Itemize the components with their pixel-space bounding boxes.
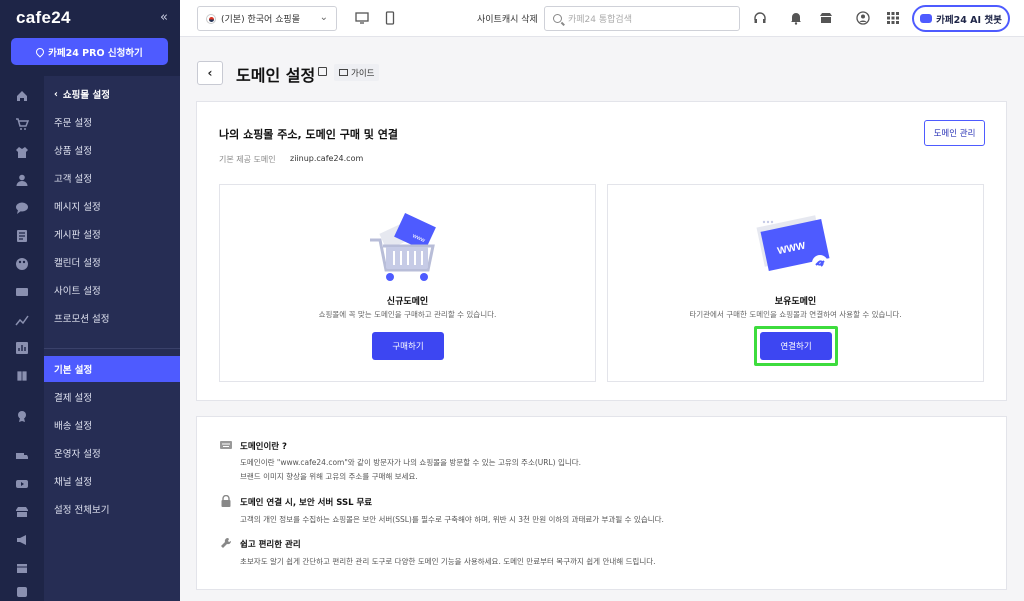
menu-item-operator[interactable]: 운영자 설정 [44,440,180,466]
store-icon[interactable] [15,505,29,519]
own-domain-title: 보유도메인 [774,297,817,307]
user-icon[interactable] [15,173,29,187]
badge-icon[interactable] [15,409,29,423]
menu-item-basic[interactable]: 기본 설정 [44,356,180,382]
headset-icon[interactable] [753,11,767,25]
board-icon[interactable] [15,229,29,243]
search-placeholder: 카페24 통합검색 [568,15,632,25]
chatbot-label: 카페24 AI 챗봇 [936,14,1002,26]
site-cache-delete-button[interactable]: 사이트캐시 삭제 [477,12,538,25]
stats-icon[interactable] [15,341,29,355]
book-icon [339,69,348,76]
bell-icon[interactable] [789,11,803,25]
palette-icon[interactable] [15,257,29,271]
own-domain-desc: 타기관에서 구매한 도메인을 쇼핑몰과 연결하여 사용할 수 있습니다. [689,310,902,319]
default-domain-label: 기본 제공 도메인 [219,155,276,164]
megaphone-icon[interactable] [15,533,29,547]
video-icon[interactable] [15,477,29,491]
info-title-manage: 쉽고 편리한 관리 [240,540,301,550]
chevron-down-icon: ⌄ [319,12,328,23]
new-domain-desc: 쇼핑몰에 꼭 맞는 도메인을 구매하고 관리할 수 있습니다. [318,310,497,319]
icon-rail [0,76,44,601]
wrench-icon [221,537,232,548]
chat-icon[interactable] [15,201,29,215]
info-title-ssl: 도메인 연결 시, 보안 서버 SSL 무료 [240,498,373,508]
account-icon[interactable] [856,11,870,25]
menu-item-product[interactable]: 상품 설정 [44,137,180,163]
new-domain-panel: www 신규도메인 쇼핑몰에 꼭 맞는 도메인을 구매하고 관리할 수 있습니다… [219,184,596,382]
buy-domain-button[interactable]: 구매하기 [372,332,444,360]
menu-item-channel[interactable]: 채널 설정 [44,468,180,494]
info-text-domain-2: 브랜드 이미지 향상을 위해 고유의 주소를 구매해 보세요. [240,472,418,481]
store-front-icon[interactable] [819,11,833,25]
www-link-illustration: WWW [756,215,830,272]
menu-item-promotion[interactable]: 프로모션 설정 [44,305,180,331]
collapse-sidebar-button[interactable]: « [160,10,168,25]
menu-item-order[interactable]: 주문 설정 [44,109,180,135]
default-domain-value: ziinup.cafe24.com [290,154,364,163]
pro-apply-label: 카페24 PRO 신청하기 [48,47,143,59]
menu-item-payment[interactable]: 결제 설정 [44,384,180,410]
box-icon[interactable] [15,561,29,575]
monitor-icon[interactable] [15,285,29,299]
app-grid-icon[interactable] [886,11,900,25]
cafe24-logo[interactable]: cafe24 [16,8,71,28]
keyboard-icon [220,441,232,449]
info-text-domain-1: 도메인이란 "www.cafe24.com"와 같이 방문자가 나의 쇼핑몰을 … [240,458,582,467]
info-text-ssl: 고객의 개인 정보를 수집하는 쇼핑몰은 보안 서버(SSL)를 필수로 구축해… [240,515,664,524]
info-text-manage: 초보자도 알기 쉽게 간단하고 편리한 관리 도구로 다양한 도메인 기능을 사… [240,557,656,566]
truck-icon[interactable] [15,449,29,463]
connect-domain-button[interactable]: 연결하기 [760,332,832,360]
menu-divider [44,348,180,349]
cart-icon[interactable] [15,117,29,131]
ai-chatbot-button[interactable]: 카페24 AI 챗봇 [912,5,1010,32]
menu-item-all-settings[interactable]: 설정 전체보기 [44,496,180,522]
menu-item-shipping[interactable]: 배송 설정 [44,412,180,438]
korea-flag-icon [206,13,216,24]
guide-button[interactable]: 가이드 [334,64,380,81]
home-icon[interactable] [15,89,29,103]
chevron-left-icon: ‹ [54,88,58,100]
search-icon [553,14,562,23]
book-icon[interactable] [15,369,29,383]
menu-item-board[interactable]: 게시판 설정 [44,221,180,247]
menu-item-message[interactable]: 메시지 설정 [44,193,180,219]
mall-select-dropdown[interactable]: (기본) 한국어 쇼핑몰 ⌄ [197,6,337,31]
location-pin-icon [34,45,46,58]
menu-back-shop-settings[interactable]: ‹ 쇼핑몰 설정 [44,81,180,107]
info-title-domain: 도메인이란 ? [240,442,287,452]
domain-info-card: 도메인이란 ? 도메인이란 "www.cafe24.com"와 같이 방문자가 … [196,416,1007,590]
domain-card: 나의 쇼핑몰 주소, 도메인 구매 및 연결 도메인 관리 기본 제공 도메인 … [196,101,1007,401]
integrated-search-input[interactable]: 카페24 통합검색 [544,6,740,31]
own-domain-panel: WWW 보유도메인 타기관에서 구매한 도메인을 쇼핑몰과 연결하여 사용할 수… [607,184,984,382]
shopping-cart-illustration: www [370,213,436,281]
pc-view-icon[interactable] [355,11,369,25]
mall-select-value: (기본) 한국어 쇼핑몰 [221,15,300,25]
menu-item-site[interactable]: 사이트 설정 [44,277,180,303]
menu-item-customer[interactable]: 고객 설정 [44,165,180,191]
back-button[interactable]: ‹ [197,61,223,85]
mobile-view-icon[interactable] [383,11,397,25]
guide-label: 가이드 [351,68,375,79]
domain-manage-button[interactable]: 도메인 관리 [924,120,985,146]
lock-icon [221,495,231,507]
bookmark-icon[interactable] [318,67,327,76]
settings-menu: ‹ 쇼핑몰 설정 주문 설정 상품 설정 고객 설정 메시지 설정 게시판 설정… [44,76,180,601]
chevron-left-icon: ‹ [207,66,213,80]
chart-icon[interactable] [15,313,29,327]
shirt-icon[interactable] [15,145,29,159]
sidebar: cafe24 « 카페24 PRO 신청하기 ‹ 쇼핑몰 설정 주문 설정 상품… [0,0,180,601]
menu-back-label: 쇼핑몰 설정 [62,90,110,101]
top-header: (기본) 한국어 쇼핑몰 ⌄ 사이트캐시 삭제 카페24 통합검색 카페24 A… [180,0,1024,37]
section-title: 나의 쇼핑몰 주소, 도메인 구매 및 연결 [219,128,398,141]
new-domain-title: 신규도메인 [386,297,429,307]
menu-item-calendar[interactable]: 캘린더 설정 [44,249,180,275]
app-icon[interactable] [15,585,29,599]
chatbot-icon [920,14,933,23]
page-title: 도메인 설정 [236,66,316,85]
pro-apply-button[interactable]: 카페24 PRO 신청하기 [11,38,168,65]
